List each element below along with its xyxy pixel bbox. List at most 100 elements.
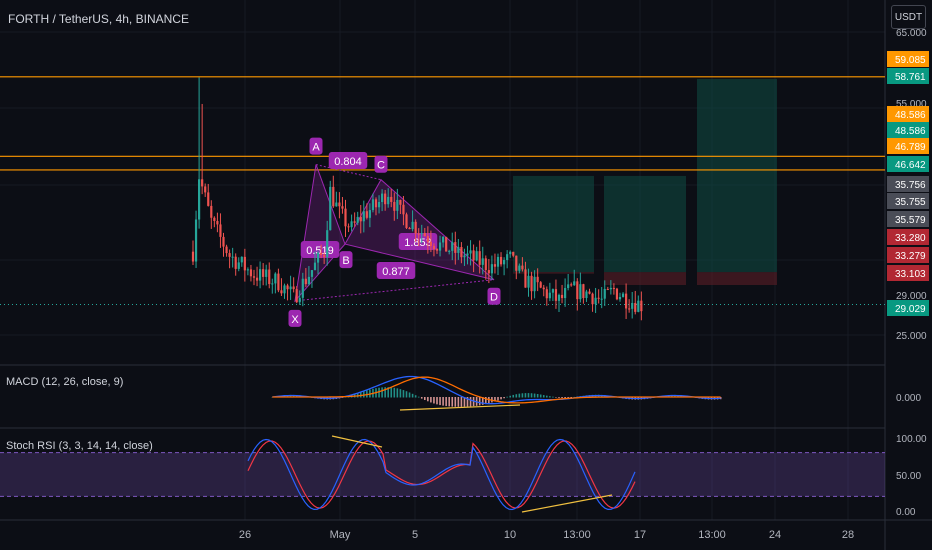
time-axis-label: 10 bbox=[504, 529, 516, 541]
candle-body bbox=[362, 211, 365, 222]
price-tag: 33.280 bbox=[895, 233, 926, 244]
candle-body bbox=[234, 256, 237, 269]
currency-badge[interactable]: USDT bbox=[891, 5, 926, 29]
candle-body bbox=[475, 251, 478, 261]
stoch-axis-tick: 100.00 bbox=[896, 434, 927, 445]
candle-body bbox=[310, 270, 314, 277]
macd-histogram-bar bbox=[433, 397, 435, 404]
pattern-ratio: 0.519 bbox=[306, 245, 334, 257]
candle-body bbox=[466, 253, 469, 256]
candle-body bbox=[612, 287, 615, 289]
candle-body bbox=[554, 289, 558, 301]
candle-body bbox=[606, 288, 609, 290]
price-tag: 46.642 bbox=[895, 160, 926, 171]
macd-histogram-bar bbox=[549, 396, 551, 398]
macd-histogram-bar bbox=[542, 395, 545, 398]
macd-histogram-bar bbox=[445, 397, 447, 407]
pattern-point-a: A bbox=[312, 142, 320, 154]
candle-body bbox=[408, 227, 411, 230]
price-axis-tick: 65.000 bbox=[896, 28, 927, 39]
macd-histogram-bar bbox=[393, 387, 396, 398]
stoch-axis-tick: 50.00 bbox=[896, 471, 921, 482]
macd-histogram-bar bbox=[478, 397, 481, 406]
candle-body bbox=[207, 192, 210, 206]
pattern-point-b: B bbox=[342, 255, 349, 267]
macd-histogram-bar bbox=[555, 397, 557, 398]
candle-body bbox=[631, 302, 634, 309]
candle-body bbox=[536, 276, 539, 283]
candle-body bbox=[548, 292, 551, 299]
price-tag: 35.579 bbox=[895, 215, 926, 226]
macd-histogram-bar bbox=[402, 390, 405, 398]
candle-body bbox=[463, 255, 466, 258]
candle-body bbox=[579, 284, 582, 300]
candle-body bbox=[277, 273, 280, 291]
candle-body bbox=[484, 258, 487, 271]
candle-body bbox=[307, 276, 310, 285]
candle-body bbox=[216, 221, 219, 225]
macd-histogram-bar bbox=[417, 396, 420, 398]
candle-body bbox=[332, 186, 335, 207]
candle-body bbox=[542, 287, 545, 290]
macd-histogram-bar bbox=[497, 397, 499, 401]
candle-body bbox=[286, 285, 289, 290]
candle-body bbox=[219, 224, 222, 237]
candle-body bbox=[625, 293, 628, 309]
macd-histogram-bar bbox=[399, 389, 402, 398]
stoch-axis-tick: 0.00 bbox=[896, 507, 916, 518]
time-axis-label: 13:00 bbox=[563, 529, 591, 541]
candle-body bbox=[637, 300, 640, 312]
price-tag: 48.586 bbox=[895, 110, 926, 121]
candle-body bbox=[231, 256, 234, 258]
candle-body bbox=[371, 199, 375, 211]
macd-axis-tick: 0.000 bbox=[896, 393, 921, 404]
macd-histogram-bar bbox=[427, 397, 429, 402]
price-tag: 35.756 bbox=[895, 180, 926, 191]
candle-body bbox=[356, 216, 359, 223]
time-axis-label: 5 bbox=[412, 529, 418, 541]
macd-histogram-bar bbox=[414, 395, 417, 398]
macd-histogram-bar bbox=[536, 393, 539, 398]
macd-histogram-bar bbox=[439, 397, 441, 406]
candle-body bbox=[560, 294, 564, 299]
candle-body bbox=[567, 284, 570, 289]
price-tag: 35.755 bbox=[895, 197, 926, 208]
candle-body bbox=[628, 308, 631, 310]
candle-body bbox=[399, 199, 402, 205]
candle-body bbox=[634, 302, 637, 312]
candle-body bbox=[393, 201, 396, 211]
candle-body bbox=[594, 297, 597, 305]
candle-body bbox=[557, 294, 561, 301]
candle-body bbox=[469, 250, 472, 254]
chart-title: FORTH / TetherUS, 4h, BINANCE bbox=[8, 12, 189, 26]
macd-histogram-bar bbox=[521, 393, 524, 398]
macd-histogram-bar bbox=[527, 393, 530, 398]
candle-body bbox=[414, 221, 417, 234]
macd-histogram-bar bbox=[561, 397, 563, 398]
candle-body bbox=[576, 281, 579, 300]
candle-body bbox=[512, 251, 515, 256]
candle-body bbox=[246, 269, 249, 271]
candle-body bbox=[320, 252, 323, 255]
candle-body bbox=[329, 186, 332, 231]
candle-body bbox=[249, 269, 253, 277]
macd-histogram-bar bbox=[420, 397, 423, 399]
chart-canvas[interactable]: XABCD0.8040.5191.8530.877 65.00025.00055… bbox=[0, 0, 932, 550]
candle-body bbox=[222, 236, 225, 247]
candle-body bbox=[191, 251, 195, 262]
candle-body bbox=[597, 297, 600, 299]
candle-body bbox=[417, 233, 420, 235]
macd-histogram-bar bbox=[448, 397, 450, 407]
candle-body bbox=[640, 300, 643, 312]
candle-body bbox=[298, 297, 301, 303]
candle-body bbox=[283, 285, 286, 294]
candle-body bbox=[210, 205, 213, 218]
position-target-zone bbox=[604, 175, 686, 273]
macd-histogram-bar bbox=[512, 394, 515, 398]
candle-body bbox=[451, 242, 454, 251]
macd-histogram-bar bbox=[503, 397, 505, 399]
macd-histogram-bar bbox=[564, 397, 566, 399]
pattern-point-x: X bbox=[291, 314, 299, 326]
candle-body bbox=[240, 256, 243, 263]
candle-body bbox=[442, 236, 445, 243]
